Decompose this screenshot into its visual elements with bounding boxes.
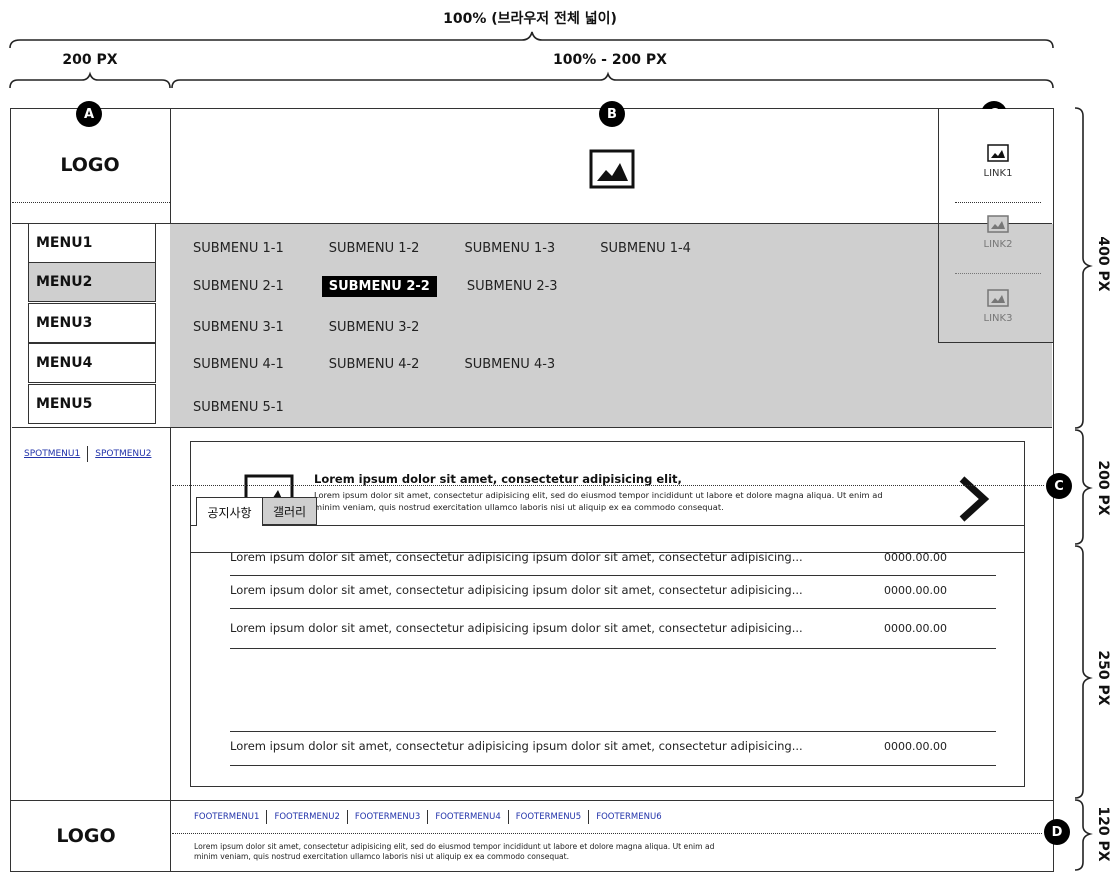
board-row-1[interactable]: Lorem ipsum dolor sit amet, consectetur … — [230, 548, 996, 576]
board-top-divider — [172, 485, 1044, 486]
height-label-board: 250 PX — [1095, 650, 1111, 706]
submenu-1-2[interactable]: SUBMENU 1-2 — [322, 238, 427, 259]
menu-item-1[interactable]: MENU1 — [28, 223, 156, 263]
left-column-divider — [170, 108, 171, 800]
menu-item-2[interactable]: MENU2 — [28, 262, 156, 302]
header-logo-divider — [12, 202, 170, 203]
marker-a: A — [76, 101, 102, 127]
height-label-top: 400 PX — [1095, 236, 1111, 292]
board-row-4-date: 0000.00.00 — [884, 740, 947, 753]
footer-logo[interactable]: LOGO — [36, 825, 136, 847]
submenu-row-5: SUBMENU 5-1 — [193, 395, 329, 419]
quick-link-divider-1 — [955, 202, 1041, 203]
chevron-right-icon[interactable] — [956, 474, 990, 524]
board-row-2[interactable]: Lorem ipsum dolor sit amet, consectetur … — [230, 582, 996, 609]
board-row-4-title: Lorem ipsum dolor sit amet, consectetur … — [230, 739, 803, 753]
quick-link-divider-2 — [955, 273, 1041, 274]
submenu-3-2[interactable]: SUBMENU 3-2 — [322, 317, 427, 338]
submenu-1-3[interactable]: SUBMENU 1-3 — [457, 238, 562, 259]
board-row-1-date: 0000.00.00 — [884, 551, 947, 564]
footer-menu: FOOTERMENU1 FOOTERMENU2 FOOTERMENU3 FOOT… — [194, 810, 662, 824]
footer-menu-sep-3 — [427, 810, 429, 824]
submenu-1-4[interactable]: SUBMENU 1-4 — [593, 238, 698, 259]
height-label-footer: 120 PX — [1095, 806, 1111, 862]
quick-link-1[interactable]: LINK1 — [968, 144, 1028, 188]
footer-menu-2[interactable]: FOOTERMENU2 — [274, 812, 339, 822]
header-banner-image-icon — [589, 149, 635, 189]
footer-left-divider — [170, 800, 171, 872]
link2-image-icon — [987, 215, 1009, 233]
footer-text-line2: minim veniam, quis nostrud exercitation … — [194, 852, 570, 861]
board-row-2-date: 0000.00.00 — [884, 584, 947, 597]
submenu-4-3[interactable]: SUBMENU 4-3 — [457, 354, 562, 375]
spot-menu-link-2[interactable]: SPOTMENU2 — [95, 449, 151, 459]
footer-menu-sep-1 — [266, 810, 268, 824]
quick-link-3[interactable]: LINK3 — [968, 289, 1028, 333]
banner-body-line1: Lorem ipsum dolor sit amet, consectetur … — [314, 490, 883, 500]
submenu-row-3: SUBMENU 3-1 SUBMENU 3-2 — [193, 315, 464, 339]
footer-menu-4[interactable]: FOOTERMENU4 — [435, 812, 500, 822]
footer-menu-sep-4 — [507, 810, 509, 824]
footer-menu-6[interactable]: FOOTERMENU6 — [596, 812, 661, 822]
link3-image-icon — [987, 289, 1009, 307]
header-logo[interactable]: LOGO — [40, 154, 140, 176]
submenu-2-3[interactable]: SUBMENU 2-3 — [460, 276, 565, 297]
quick-link-2[interactable]: LINK2 — [968, 215, 1028, 259]
submenu-2-2[interactable]: SUBMENU 2-2 — [321, 275, 437, 297]
link1-image-icon — [987, 144, 1009, 162]
marker-d: D — [1044, 819, 1070, 845]
banner-body-line2: minim veniam, quis nostrud exercitation … — [314, 502, 724, 512]
submenu-row-4: SUBMENU 4-1 SUBMENU 4-2 SUBMENU 4-3 — [193, 352, 600, 376]
menu-item-3[interactable]: MENU3 — [28, 303, 156, 343]
board-row-4[interactable]: Lorem ipsum dolor sit amet, consectetur … — [230, 657, 996, 766]
board-row-2-title: Lorem ipsum dolor sit amet, consectetur … — [230, 583, 803, 597]
tab-gallery[interactable]: 갤러리 — [262, 497, 317, 525]
submenu-4-2[interactable]: SUBMENU 4-2 — [322, 354, 427, 375]
board-row-1-title: Lorem ipsum dolor sit amet, consectetur … — [230, 550, 803, 564]
marker-c-board: C — [1046, 473, 1072, 499]
board-row-separator — [230, 731, 996, 732]
submenu-2-1[interactable]: SUBMENU 2-1 — [186, 276, 291, 297]
footer-top-border — [10, 800, 1054, 801]
banner-title: Lorem ipsum dolor sit amet, consectetur … — [314, 472, 682, 486]
submenu-4-1[interactable]: SUBMENU 4-1 — [186, 354, 291, 375]
link2-label: LINK2 — [983, 239, 1013, 250]
board-row-3[interactable]: Lorem ipsum dolor sit amet, consectetur … — [230, 619, 996, 649]
footer-menu-5[interactable]: FOOTERMENU5 — [516, 812, 581, 822]
height-label-banner: 200 PX — [1095, 460, 1111, 516]
menu-item-4[interactable]: MENU4 — [28, 343, 156, 383]
footer-divider — [172, 833, 1042, 834]
spot-menu-link-1[interactable]: SPOTMENU1 — [24, 449, 80, 459]
tab-notice[interactable]: 공지사항 — [196, 497, 263, 526]
spot-menu-separator — [87, 446, 89, 462]
footer-menu-3[interactable]: FOOTERMENU3 — [355, 812, 420, 822]
submenu-5-1[interactable]: SUBMENU 5-1 — [186, 397, 291, 418]
submenu-row-1: SUBMENU 1-1 SUBMENU 1-2 SUBMENU 1-3 SUBM… — [193, 236, 736, 260]
link1-label: LINK1 — [983, 168, 1013, 179]
menu-item-5[interactable]: MENU5 — [28, 384, 156, 424]
spot-menu: SPOTMENU1 SPOTMENU2 — [24, 446, 170, 462]
footer-text-line1: Lorem ipsum dolor sit amet, consectetur … — [194, 842, 715, 851]
link3-label: LINK3 — [983, 313, 1013, 324]
footer-menu-sep-5 — [588, 810, 590, 824]
footer-menu-1[interactable]: FOOTERMENU1 — [194, 812, 259, 822]
submenu-3-1[interactable]: SUBMENU 3-1 — [186, 317, 291, 338]
footer-menu-sep-2 — [346, 810, 348, 824]
submenu-row-2: SUBMENU 2-1 SUBMENU 2-2 SUBMENU 2-3 — [193, 274, 603, 298]
submenu-1-1[interactable]: SUBMENU 1-1 — [186, 238, 291, 259]
marker-b: B — [599, 101, 625, 127]
board-row-3-title: Lorem ipsum dolor sit amet, consectetur … — [230, 621, 803, 635]
board-row-3-date: 0000.00.00 — [884, 622, 947, 635]
